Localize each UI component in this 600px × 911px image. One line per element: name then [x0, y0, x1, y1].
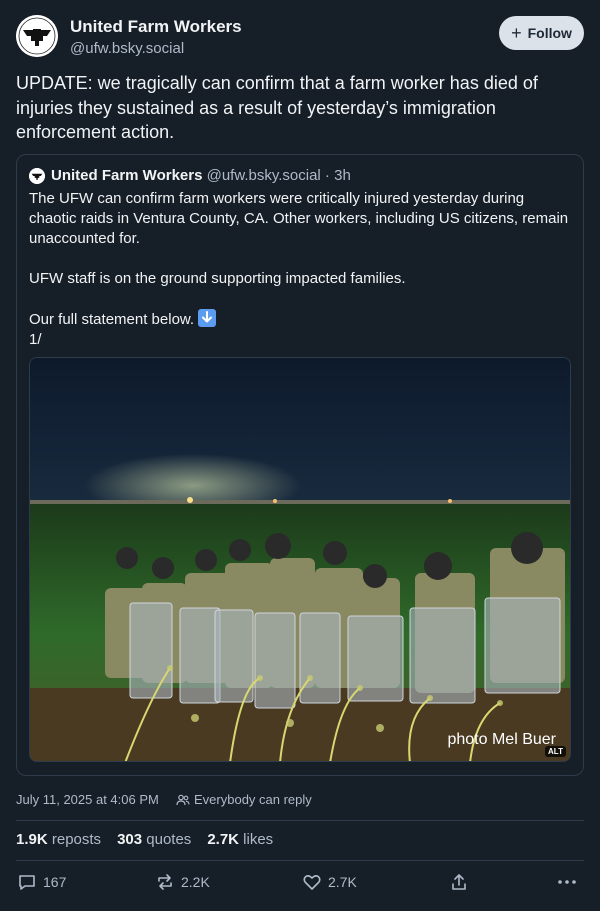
share-button[interactable]: [449, 872, 469, 892]
post-thread-view: United Farm Workers @ufw.bsky.social + F…: [0, 0, 600, 911]
down-arrow-emoji-icon: [198, 309, 217, 327]
reply-button[interactable]: 167: [17, 872, 66, 892]
reply-setting: Everybody can reply: [176, 792, 312, 807]
likes-count: 2.7K: [207, 831, 239, 848]
reply-setting-label: Everybody can reply: [194, 792, 312, 807]
quoted-post[interactable]: United Farm Workers @ufw.bsky.social · 3…: [16, 154, 584, 776]
heart-icon: [303, 875, 321, 890]
quotes-label: quotes: [146, 831, 192, 848]
quote-paragraph: 1/: [29, 331, 42, 348]
divider: [16, 860, 584, 861]
quotes-count: 303: [117, 831, 143, 848]
ufw-eagle-logo-icon: [16, 15, 58, 57]
engagement-stats: 1.9K reposts 303 quotes 2.7K likes: [16, 831, 273, 848]
more-options-button[interactable]: [556, 872, 578, 892]
quote-separator: ·: [320, 167, 335, 184]
photo-soldiers-field: [30, 358, 570, 761]
plus-icon: +: [511, 23, 522, 43]
divider: [16, 820, 584, 821]
quote-author-avatar: [29, 168, 45, 184]
quote-paragraph-text: Our full statement below.: [29, 311, 195, 328]
like-count: 2.7K: [328, 874, 357, 890]
reply-icon: [19, 875, 35, 890]
follow-label: Follow: [527, 25, 572, 41]
quote-text: The UFW can confirm farm workers were cr…: [29, 189, 574, 350]
people-icon: [176, 794, 190, 805]
quote-image[interactable]: photo Mel Buer ALT: [29, 357, 571, 762]
reposts-stat[interactable]: 1.9K reposts: [16, 831, 101, 848]
quote-paragraph: The UFW can confirm farm workers were cr…: [29, 190, 569, 247]
quote-author-handle: @ufw.bsky.social: [206, 167, 321, 184]
author-handle[interactable]: @ufw.bsky.social: [70, 40, 184, 57]
follow-button[interactable]: + Follow: [499, 16, 584, 50]
ellipsis-icon: [558, 880, 576, 884]
repost-count: 2.2K: [181, 874, 210, 890]
quote-age: 3h: [334, 167, 351, 184]
likes-label: likes: [243, 831, 274, 848]
author-display-name[interactable]: United Farm Workers: [70, 17, 242, 37]
quotes-stat[interactable]: 303 quotes: [117, 831, 191, 848]
repost-icon: [158, 874, 172, 890]
reposts-count: 1.9K: [16, 831, 48, 848]
post-actions: 167 2.2K 2.7K: [0, 872, 600, 898]
quote-paragraph: Our full statement below.: [29, 309, 574, 330]
quote-author-name: United Farm Workers: [51, 167, 203, 184]
ufw-eagle-logo-icon: [29, 168, 45, 184]
quote-header: United Farm Workers @ufw.bsky.social · 3…: [51, 167, 351, 184]
author-avatar[interactable]: [16, 15, 58, 57]
repost-button[interactable]: 2.2K: [155, 872, 210, 892]
share-icon: [452, 874, 466, 890]
quote-paragraph: UFW staff is on the ground supporting im…: [29, 270, 406, 287]
post-timestamp: July 11, 2025 at 4:06 PM: [16, 792, 159, 807]
post-text: UPDATE: we tragically can confirm that a…: [16, 73, 538, 142]
reposts-label: reposts: [51, 831, 102, 848]
like-button[interactable]: 2.7K: [302, 872, 357, 892]
likes-stat[interactable]: 2.7K likes: [207, 831, 273, 848]
photo-credit: photo Mel Buer: [447, 731, 556, 748]
reply-count: 167: [43, 874, 67, 890]
alt-text-badge[interactable]: ALT: [545, 746, 566, 757]
